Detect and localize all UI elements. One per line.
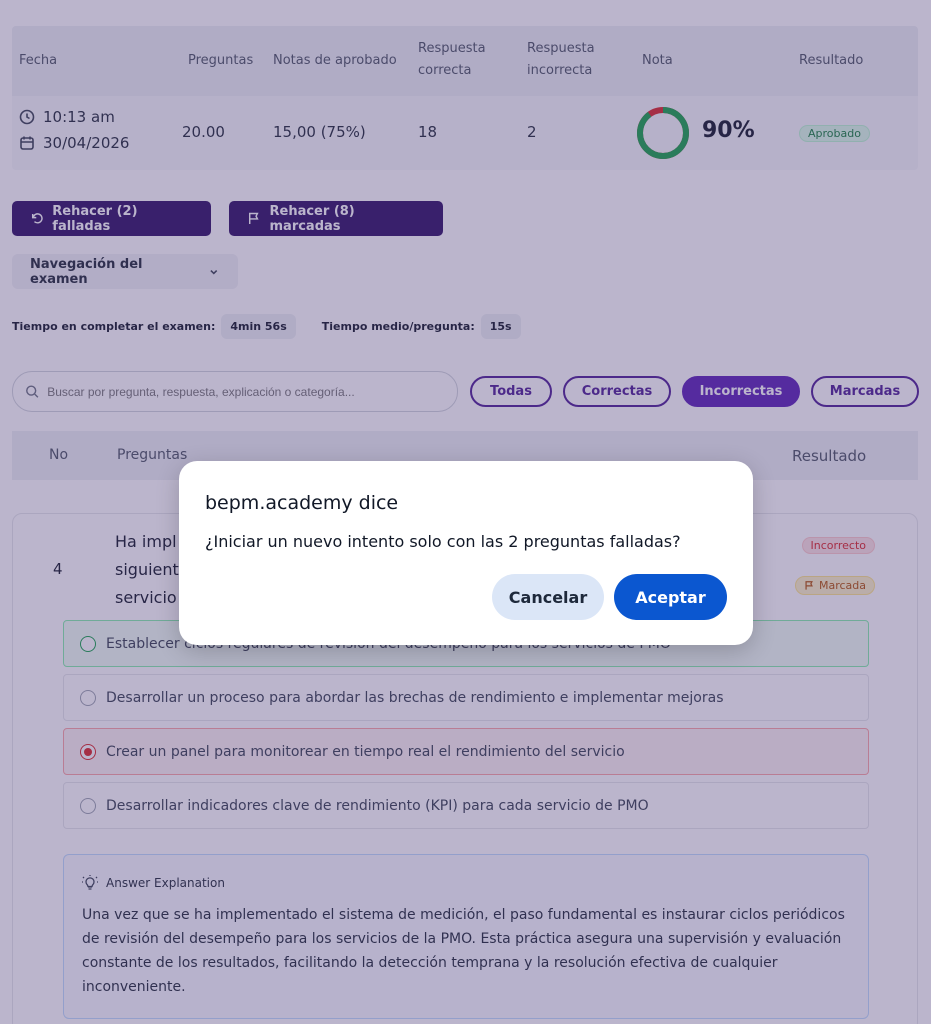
- dialog-title: bepm.academy dice: [205, 492, 399, 514]
- confirm-dialog: bepm.academy dice ¿Iniciar un nuevo inte…: [179, 461, 753, 645]
- cancel-button[interactable]: Cancelar: [492, 574, 604, 620]
- dialog-message: ¿Iniciar un nuevo intento solo con las 2…: [205, 532, 681, 551]
- accept-button[interactable]: Aceptar: [614, 574, 727, 620]
